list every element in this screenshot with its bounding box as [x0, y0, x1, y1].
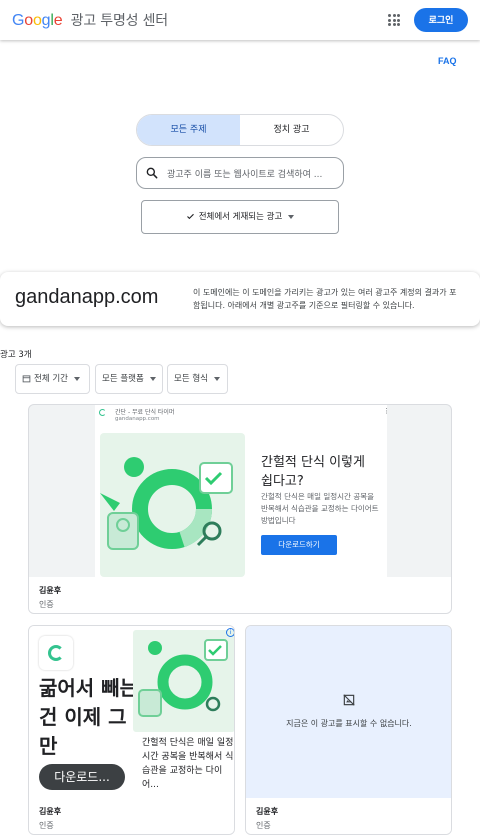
caret-down-icon	[149, 376, 156, 381]
ad-card-1[interactable]: 간단 - 무료 단식 타이머 gandanapp.com ⋮ 간헐적 단식 이렇…	[28, 404, 452, 614]
verified-status: 인증	[39, 821, 54, 830]
ad-body: 간헐적 단식은 매일 일정시간 공복을 반복해서 식습관을 교정하는 다이어..…	[142, 738, 234, 790]
verified-status: 인증	[39, 600, 54, 609]
top-app-bar: Google 광고 투명성 센터 로그인	[0, 0, 480, 40]
info-icon[interactable]: i	[226, 628, 234, 637]
app-title: 광고 투명성 센터	[70, 13, 168, 29]
app-logo-icon	[99, 409, 106, 416]
region-dropdown[interactable]: 전체에서 게재되는 광고	[141, 200, 339, 234]
more-vert-icon: ⋮	[383, 407, 390, 415]
search-field[interactable]: 광고주 이름 또는 웹사이트로 검색하여 ...	[136, 157, 344, 189]
ad-card-2[interactable]: 굶어서 빼는건 이제 그만 다운로드... 간헐적 단식은 매일 일정시간 공복…	[28, 625, 235, 835]
ad-big-text: 굶어서 빼는건 이제 그만	[39, 676, 138, 758]
verified-status: 인증	[256, 821, 271, 830]
region-label: 전체에서 게재되는 광고	[198, 212, 283, 222]
format-filter[interactable]: 모든 형식	[167, 364, 228, 394]
donut-illustration-icon	[100, 457, 233, 550]
ad-headline: 간헐적 단식 이렇게 쉽다고?	[261, 455, 365, 489]
results-count: 광고 3개	[0, 350, 32, 360]
calendar-icon	[22, 375, 31, 383]
advertiser-url: gandanapp.com	[115, 416, 160, 422]
ad-illustration	[100, 433, 245, 577]
ad-illustration	[133, 630, 234, 732]
ad-preview: 간단 - 무료 단식 타이머 gandanapp.com ⋮ 간헐적 단식 이렇…	[95, 405, 390, 577]
caret-down-icon	[288, 214, 295, 219]
advertiser-label: 김윤후	[39, 586, 62, 595]
advertiser-label: 김윤후	[256, 807, 279, 816]
ad-card-3[interactable]: 지금은 이 광고를 표시할 수 없습니다. 김윤후 인증	[245, 625, 452, 835]
tab-all-topics[interactable]: 모든 주제	[137, 115, 240, 145]
search-placeholder: 광고주 이름 또는 웹사이트로 검색하여 ...	[167, 170, 323, 180]
topic-toggle: 모든 주제 정치 광고	[136, 114, 344, 146]
advertiser-label: 김윤후	[39, 807, 62, 816]
google-logo[interactable]: Google 광고 투명성 센터	[12, 10, 168, 30]
date-filter[interactable]: 전체 기간	[15, 364, 90, 394]
login-button[interactable]: 로그인	[414, 8, 468, 32]
ad-preview: 굶어서 빼는건 이제 그만 다운로드... 간헐적 단식은 매일 일정시간 공복…	[29, 626, 234, 798]
domain-header-card: gandanapp.com 이 도메인에는 이 도메인을 가리키는 광고가 있는…	[0, 272, 480, 326]
ad-card-footer: 김윤후 인증	[246, 798, 451, 834]
ad-body: 간헐적 단식은 매일 일정시간 공복을 반복해서 식습관을 교정하는 다이어트 …	[261, 492, 379, 525]
download-button[interactable]: 다운로드...	[39, 764, 125, 790]
image-not-supported-icon	[343, 694, 355, 706]
check-icon	[186, 213, 194, 220]
search-icon	[146, 167, 158, 179]
caret-down-icon	[213, 376, 220, 381]
domain-name: gandanapp.com	[15, 286, 159, 308]
tab-political-ads[interactable]: 정치 광고	[240, 115, 343, 145]
ad-card-footer: 김윤후 인증	[29, 798, 234, 834]
unavailable-message: 지금은 이 광고를 표시할 수 없습니다.	[286, 719, 412, 728]
ad-unavailable-panel: 지금은 이 광고를 표시할 수 없습니다.	[246, 626, 451, 798]
advertiser-name: 간단 - 무료 단식 타이머	[115, 409, 175, 416]
apps-grid-icon[interactable]	[388, 14, 400, 26]
donut-illustration-icon	[138, 639, 228, 717]
caret-down-icon	[73, 376, 80, 381]
ad-card-footer: 김윤후 인증	[29, 577, 451, 613]
faq-link[interactable]: FAQ	[438, 56, 457, 66]
platform-filter[interactable]: 모든 플랫폼	[95, 364, 163, 394]
app-logo-icon	[39, 636, 73, 670]
domain-description: 이 도메인에는 이 도메인을 가리키는 광고가 있는 여러 광고주 계정의 결과…	[193, 288, 457, 310]
download-button[interactable]: 다운로드하기	[261, 535, 337, 555]
